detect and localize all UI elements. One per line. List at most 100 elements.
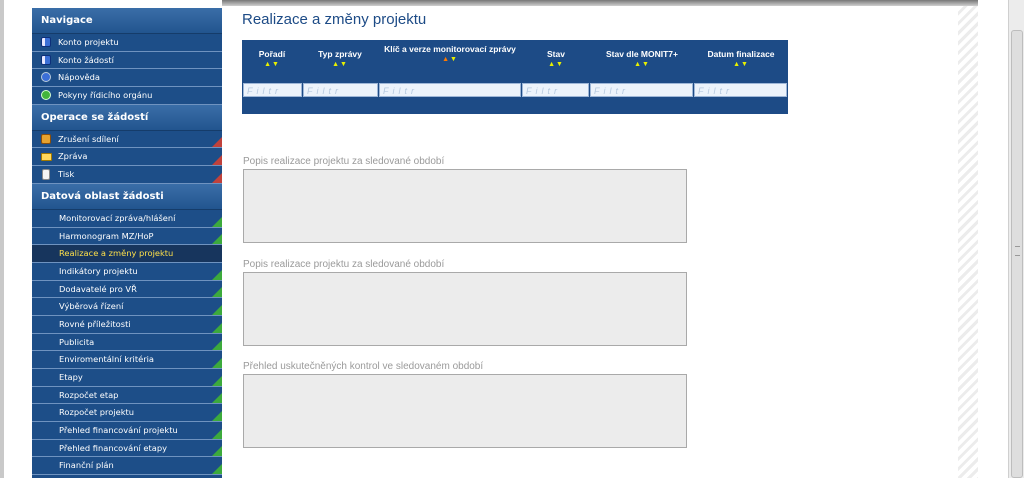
sidebar-item-label: Tisk [58, 169, 75, 180]
sidebar-item-rozpocet-projektu[interactable]: Rozpočet projektu [32, 404, 222, 423]
filter-input-typ-zpravy[interactable]: Filtr [303, 83, 378, 97]
corner-marker [212, 411, 222, 422]
sort-arrows-icon[interactable]: ▲▼ [302, 61, 378, 68]
sidebar-item-prehled-financovani-projektu[interactable]: Přehled financování projektu [32, 422, 222, 440]
sidebar-item-financni-plan[interactable]: Finanční plán [32, 457, 222, 476]
filter-input-klic-verze[interactable]: Filtr [379, 83, 521, 97]
sort-arrows-icon[interactable]: ▲▼ [378, 56, 522, 63]
sort-arrows-icon[interactable]: ▲▼ [242, 61, 302, 68]
corner-marker [212, 428, 222, 439]
top-border [222, 0, 978, 6]
sort-arrows-icon[interactable]: ▲▼ [522, 61, 590, 68]
filter-input-poradi[interactable]: Filtr [243, 83, 302, 97]
sidebar-item-label: Dodavatelé pro VŘ [59, 283, 137, 294]
field-label-popis-realizace-2: Popis realizace projektu za sledované ob… [243, 259, 445, 270]
sidebar-item-dodavatele[interactable]: Dodavatelé pro VŘ [32, 280, 222, 299]
right-decorative-stripe [958, 6, 978, 478]
grid-header: Pořadí ▲▼ Typ zprávy ▲▼ Klíč a verze mon… [242, 40, 788, 82]
sidebar-item-napoveda[interactable]: Nápověda [32, 69, 222, 88]
corner-marker [212, 446, 222, 457]
sidebar-item-pokyny[interactable]: Pokyny řídicího orgánu [32, 87, 222, 105]
section-navigace-title: Navigace [32, 8, 222, 34]
textarea-prehled-kontrol[interactable] [243, 374, 687, 448]
vertical-scrollbar[interactable] [1008, 0, 1024, 478]
sidebar-item-indikatory[interactable]: Indikátory projektu [32, 262, 222, 281]
sidebar-item-zprava[interactable]: Zpráva [32, 148, 222, 167]
sidebar-item-harmonogram[interactable]: Harmonogram MZ/HoP [32, 227, 222, 246]
corner-marker [212, 464, 222, 475]
sidebar-item-publicita[interactable]: Publicita [32, 333, 222, 352]
sidebar-item-label: Etapy [59, 372, 83, 382]
sidebar-item-monitorovaci-zprava[interactable]: Monitorovací zpráva/hlášení [32, 209, 222, 228]
field-label-popis-realizace-1: Popis realizace projektu za sledované ob… [243, 156, 445, 167]
column-header-klic-verze[interactable]: Klíč a verze monitorovací zprávy ▲▼ [378, 40, 522, 82]
sidebar-item-zruseni-sdileni[interactable]: Zrušení sdílení [32, 130, 222, 149]
sidebar-item-label: Publicita [59, 336, 95, 347]
mail-icon [41, 153, 52, 162]
sidebar-item-label: Rozpočet etap [59, 389, 119, 400]
sidebar-item-label: Přehled financování projektu [59, 425, 178, 436]
corner-marker [212, 216, 222, 227]
sidebar-item-konto-projektu[interactable]: Konto projektu [32, 34, 222, 52]
sidebar-item-label: Konto žádostí [58, 54, 114, 65]
column-header-poradi[interactable]: Pořadí ▲▼ [242, 40, 302, 82]
sidebar-item-label: Harmonogram MZ/HoP [59, 230, 154, 241]
filter-input-stav[interactable]: Filtr [522, 83, 589, 97]
sidebar-item-rovne-prilezitosti[interactable]: Rovné příležitosti [32, 315, 222, 334]
sidebar-item-label: Konto projektu [58, 37, 119, 47]
textarea-popis-realizace-1[interactable] [243, 169, 687, 243]
grid-filter-row: Filtr Filtr Filtr Filtr Filtr Filtr [243, 83, 787, 99]
column-header-typ-zpravy[interactable]: Typ zprávy ▲▼ [302, 40, 378, 82]
help-icon [41, 72, 51, 83]
filter-input-datum-finalizace[interactable]: Filtr [694, 83, 787, 97]
corner-marker [212, 304, 222, 315]
settings-icon [41, 90, 51, 101]
field-label-prehled-kontrol: Přehled uskutečněných kontrol ve sledova… [243, 361, 484, 372]
sidebar-item-label: Rovné příležitosti [59, 318, 131, 329]
sort-arrows-icon[interactable]: ▲▼ [590, 61, 694, 68]
sidebar-item-label: Indikátory projektu [59, 265, 138, 276]
monitoring-reports-grid: Pořadí ▲▼ Typ zprávy ▲▼ Klíč a verze mon… [242, 40, 788, 114]
corner-marker [212, 322, 222, 333]
column-header-stav[interactable]: Stav ▲▼ [522, 40, 590, 82]
sidebar-item-enviromentalni[interactable]: Enviromentální kritéria [32, 351, 222, 369]
sidebar-item-etapy[interactable]: Etapy [32, 369, 222, 387]
corner-marker [212, 287, 222, 298]
sidebar-item-tisk[interactable]: Tisk [32, 166, 222, 184]
sidebar-item-label: Pokyny řídicího orgánu [58, 90, 153, 101]
sidebar-item-label: Zpráva [58, 151, 88, 162]
sort-arrows-icon[interactable]: ▲▼ [694, 61, 788, 68]
corner-marker [212, 155, 222, 166]
sidebar: Navigace Konto projektu Konto žádostí Ná… [32, 8, 222, 478]
sidebar-item-label: Výběrová řízení [59, 301, 124, 312]
corner-marker [212, 269, 222, 280]
column-header-stav-monit[interactable]: Stav dle MONIT7+ ▲▼ [590, 40, 694, 82]
sidebar-item-vyberova-rizeni[interactable]: Výběrová řízení [32, 298, 222, 316]
sidebar-item-label: Monitorovací zpráva/hlášení [59, 212, 176, 223]
section-datova-title: Datová oblast žádosti [32, 183, 222, 210]
sidebar-item-rozpocet-etap[interactable]: Rozpočet etap [32, 386, 222, 405]
sidebar-item-konto-zadosti[interactable]: Konto žádostí [32, 51, 222, 70]
cancel-share-icon [41, 133, 51, 144]
sidebar-item-realizace[interactable]: Realizace a změny projektu [32, 245, 222, 263]
sidebar-item-label: Realizace a změny projektu [59, 248, 174, 259]
corner-marker [212, 375, 222, 386]
filter-input-stav-monit[interactable]: Filtr [590, 83, 693, 97]
sidebar-item-label: Enviromentální kritéria [59, 354, 154, 365]
sidebar-item-prehled-financovani-etapy[interactable]: Přehled financování etapy [32, 439, 222, 458]
sidebar-item-label: Nápověda [58, 72, 100, 83]
column-header-datum-finalizace[interactable]: Datum finalizace ▲▼ [694, 40, 788, 82]
grid-footer [242, 100, 788, 114]
corner-marker [212, 234, 222, 245]
document-icon [42, 169, 50, 181]
sidebar-item-label: Finanční plán [59, 460, 114, 471]
sidebar-item-label: Rozpočet projektu [59, 407, 135, 418]
book-icon [41, 54, 51, 65]
grip-icon [1015, 246, 1020, 256]
sidebar-item-label: Zrušení sdílení [58, 133, 119, 144]
corner-marker [212, 393, 222, 404]
scrollbar-thumb[interactable] [1011, 30, 1023, 478]
section-operace-title: Operace se žádostí [32, 104, 222, 131]
corner-marker [212, 358, 222, 368]
textarea-popis-realizace-2[interactable] [243, 272, 687, 346]
